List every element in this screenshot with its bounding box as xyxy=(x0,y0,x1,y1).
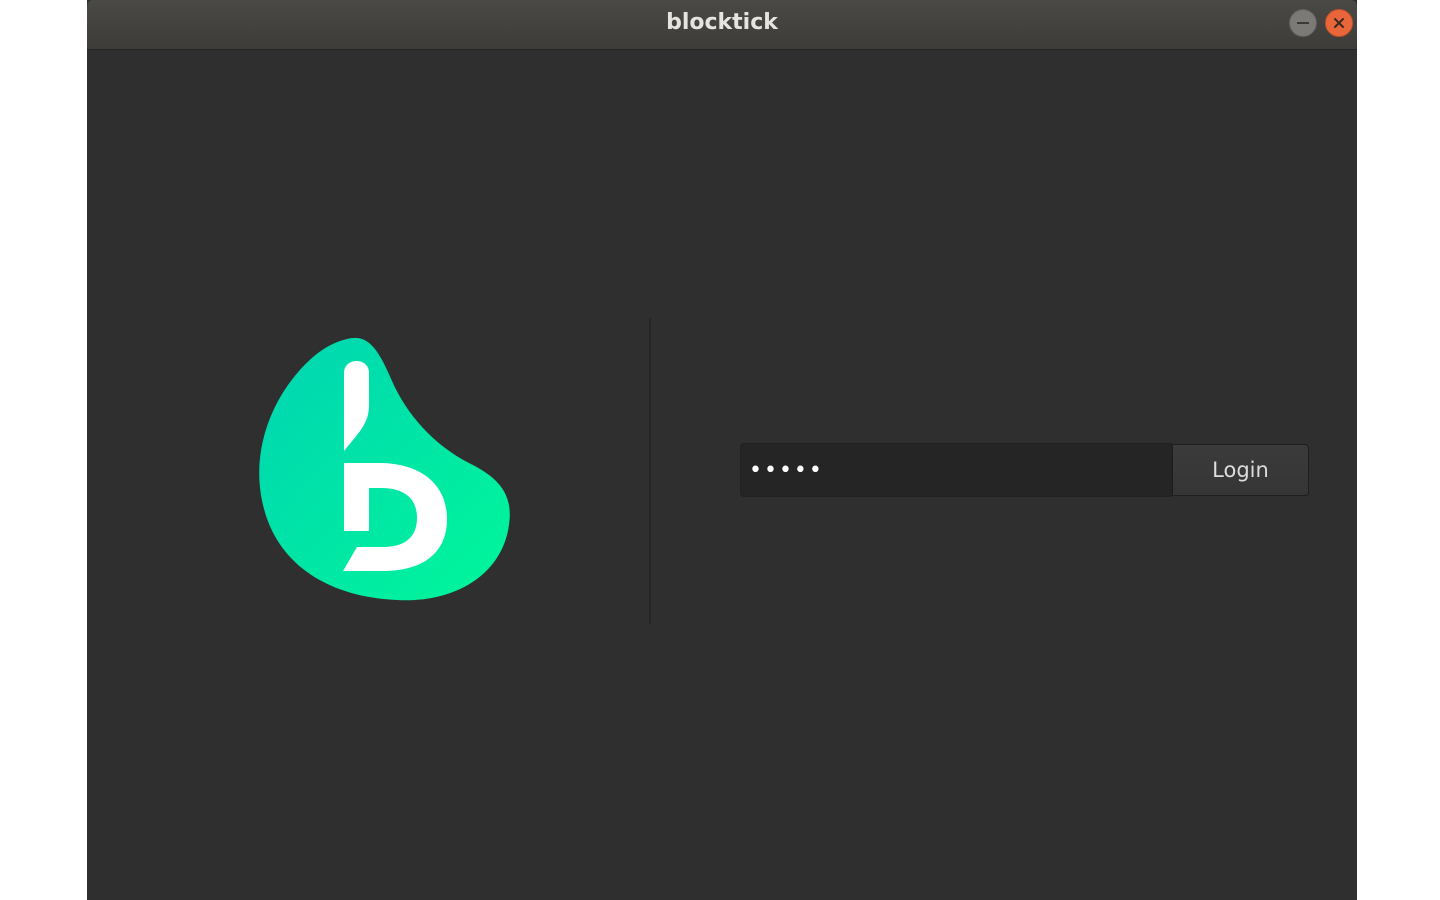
close-icon xyxy=(1334,18,1344,28)
minimize-button[interactable] xyxy=(1289,9,1317,37)
close-button[interactable] xyxy=(1325,9,1353,37)
blocktick-logo-icon xyxy=(259,337,510,601)
password-input[interactable] xyxy=(740,443,1172,497)
login-button[interactable]: Login xyxy=(1172,444,1309,496)
login-form: Login xyxy=(740,443,1310,497)
vertical-divider xyxy=(649,318,651,624)
minimize-icon xyxy=(1297,22,1309,24)
window-title: blocktick xyxy=(666,10,778,35)
app-window: blocktick Login xyxy=(87,0,1357,900)
title-bar[interactable]: blocktick xyxy=(87,0,1357,50)
